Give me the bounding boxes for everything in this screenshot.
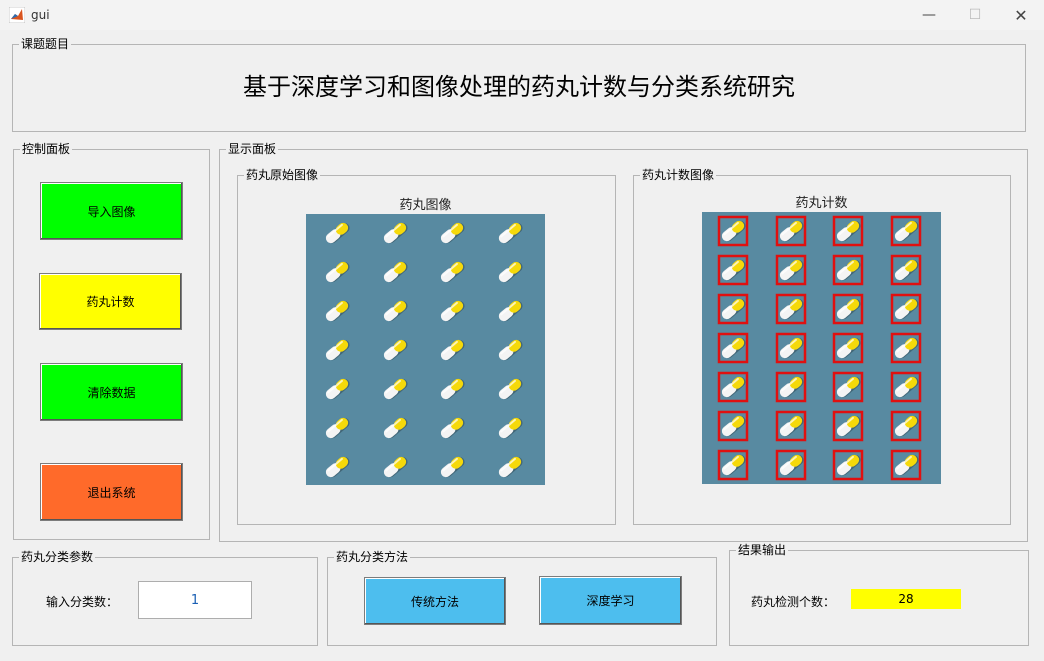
pill — [779, 259, 804, 281]
pill — [779, 454, 804, 476]
pill — [721, 337, 746, 359]
pill — [383, 300, 408, 322]
pill — [325, 300, 350, 322]
class-count-label: 输入分类数： — [46, 595, 119, 609]
maximize-button[interactable]: ☐ — [952, 0, 998, 30]
clear-data-button[interactable]: 清除数据 — [40, 363, 183, 421]
pill — [440, 339, 465, 361]
pill — [779, 337, 804, 359]
pill — [440, 261, 465, 283]
pill — [383, 222, 408, 244]
pill — [383, 378, 408, 400]
pill — [894, 259, 919, 281]
window-title: gui — [31, 8, 50, 22]
method-panel-label: 药丸分类方法 — [334, 550, 411, 564]
pill — [440, 417, 465, 439]
pill — [721, 298, 746, 320]
control-panel-label: 控制面板 — [20, 142, 73, 156]
close-button[interactable]: ✕ — [998, 0, 1044, 30]
counted-pill-image — [702, 212, 941, 484]
counted-image-panel-label: 药丸计数图像 — [640, 168, 717, 182]
pill — [721, 259, 746, 281]
pill — [894, 454, 919, 476]
original-pill-image — [306, 214, 545, 485]
pill — [325, 456, 350, 478]
window-titlebar: gui — ☐ ✕ — [0, 0, 1044, 30]
matlab-icon — [9, 7, 25, 23]
pill — [325, 339, 350, 361]
pill — [325, 417, 350, 439]
result-panel-label: 结果输出 — [736, 543, 789, 557]
pill — [440, 300, 465, 322]
pill-count-value: 28 — [851, 589, 961, 609]
pill — [836, 415, 861, 437]
pill — [498, 456, 523, 478]
pill-count-label: 药丸检测个数： — [751, 595, 836, 609]
pill — [894, 376, 919, 398]
pill — [894, 415, 919, 437]
pill — [779, 298, 804, 320]
pill — [721, 376, 746, 398]
pill — [836, 220, 861, 242]
pill — [836, 376, 861, 398]
close-icon: ✕ — [1014, 5, 1028, 25]
pill — [325, 261, 350, 283]
pill — [498, 378, 523, 400]
title-panel-label: 课题题目 — [19, 37, 72, 51]
deep-learning-button[interactable]: 深度学习 — [539, 576, 682, 625]
pill — [836, 298, 861, 320]
exit-system-button[interactable]: 退出系统 — [40, 463, 183, 521]
pill — [383, 417, 408, 439]
pill — [498, 300, 523, 322]
title-panel: 课题题目 基于深度学习和图像处理的药丸计数与分类系统研究 — [12, 37, 1026, 132]
pill — [894, 298, 919, 320]
original-axes-title: 药丸图像 — [399, 198, 452, 213]
pill — [498, 222, 523, 244]
traditional-method-button[interactable]: 传统方法 — [364, 577, 506, 625]
pill — [721, 415, 746, 437]
counted-axes-title: 药丸计数 — [795, 196, 848, 211]
pill — [440, 378, 465, 400]
pill — [498, 261, 523, 283]
pill — [721, 220, 746, 242]
pill — [498, 417, 523, 439]
pill — [779, 415, 804, 437]
pill — [498, 339, 523, 361]
count-pills-button[interactable]: 药丸计数 — [39, 273, 182, 330]
pill — [779, 376, 804, 398]
pill — [440, 222, 465, 244]
pill — [894, 337, 919, 359]
pill — [383, 261, 408, 283]
pill — [383, 456, 408, 478]
original-image-panel-label: 药丸原始图像 — [244, 168, 321, 182]
pill — [779, 220, 804, 242]
pill — [894, 220, 919, 242]
pill — [836, 337, 861, 359]
page-title: 基于深度学习和图像处理的药丸计数与分类系统研究 — [243, 73, 795, 101]
import-image-button[interactable]: 导入图像 — [40, 182, 183, 240]
class-count-input[interactable]: 1 — [138, 581, 252, 619]
pill — [383, 339, 408, 361]
pill — [325, 222, 350, 244]
maximize-icon: ☐ — [968, 7, 982, 23]
pill — [721, 454, 746, 476]
minimize-icon: — — [922, 7, 936, 23]
pill — [836, 259, 861, 281]
minimize-button[interactable]: — — [906, 0, 952, 30]
params-panel-label: 药丸分类参数 — [19, 550, 96, 564]
pill — [440, 456, 465, 478]
display-panel-label: 显示面板 — [226, 142, 279, 156]
pill — [836, 454, 861, 476]
pill — [325, 378, 350, 400]
